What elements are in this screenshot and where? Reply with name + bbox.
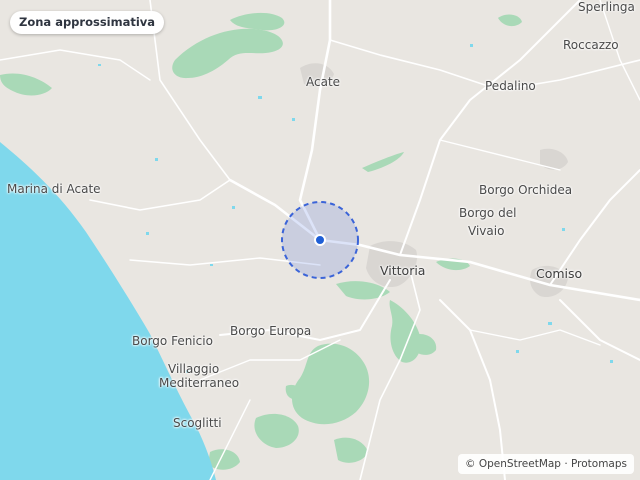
place-label-comiso: Comiso xyxy=(536,266,583,281)
place-label-borgo-del: Borgo del xyxy=(459,206,517,220)
openstreetmap-link[interactable]: © OpenStreetMap xyxy=(465,458,561,470)
place-label-scoglitti: Scoglitti xyxy=(173,416,222,430)
place-label-borgo-fenicio: Borgo Fenicio xyxy=(132,334,213,348)
protomaps-link[interactable]: Protomaps xyxy=(571,458,627,470)
place-label-vivaio: Vivaio xyxy=(468,224,505,238)
place-label-sperlinga: Sperlinga xyxy=(578,0,635,14)
place-label-acate: Acate xyxy=(306,75,341,89)
approximate-zone-badge: Zona approssimativa xyxy=(10,11,165,34)
place-label-marina-di-acate: Marina di Acate xyxy=(7,182,101,196)
place-label-vittoria: Vittoria xyxy=(380,263,426,278)
attribution-separator: · xyxy=(560,458,571,470)
place-label-borgo-orchidea: Borgo Orchidea xyxy=(479,183,573,197)
location-marker xyxy=(314,234,326,246)
map-base xyxy=(0,0,640,480)
place-label-villaggio: Villaggio xyxy=(168,362,220,376)
place-label-mediterraneo: Mediterraneo xyxy=(159,376,240,390)
map-attribution: © OpenStreetMap · Protomaps xyxy=(458,454,634,474)
place-label-borgo-europa: Borgo Europa xyxy=(230,324,312,338)
place-label-roccazzo: Roccazzo xyxy=(563,38,619,52)
place-label-pedalino: Pedalino xyxy=(485,79,536,93)
map-view[interactable]: Sperlinga Roccazzo Acate Pedalino Marina… xyxy=(0,0,640,480)
